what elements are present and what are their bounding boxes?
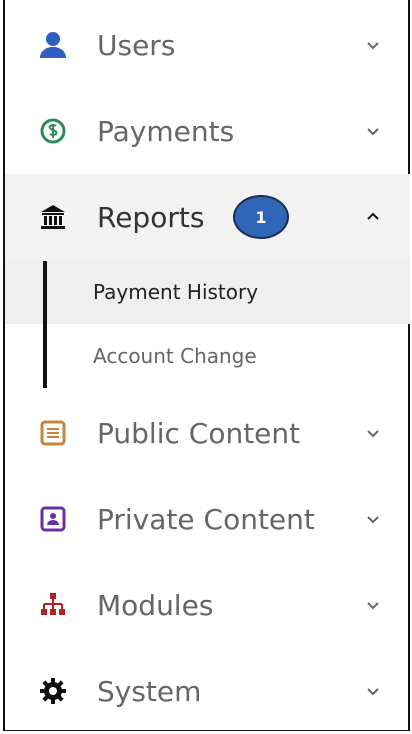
submenu-indicator-bar [43, 261, 47, 388]
sidebar-item-modules[interactable]: Modules [5, 562, 410, 648]
sidebar-item-private-content[interactable]: Private Content [5, 476, 410, 562]
chevron-down-icon[interactable] [363, 423, 383, 443]
chevron-down-icon[interactable] [363, 121, 383, 141]
sidebar-item-label: Modules [97, 588, 214, 622]
document-icon [37, 417, 69, 449]
chevron-down-icon[interactable] [363, 681, 383, 701]
chevron-down-icon[interactable] [363, 509, 383, 529]
submenu-item-label: Account Change [93, 344, 257, 368]
id-card-icon [37, 503, 69, 535]
chevron-up-icon[interactable] [363, 207, 383, 227]
sidebar-item-label: Users [97, 28, 176, 62]
sidebar-item-label: Private Content [97, 502, 315, 536]
bank-icon [37, 201, 69, 233]
sitemap-icon [37, 589, 69, 621]
submenu-item-label: Payment History [93, 280, 259, 304]
sidebar-item-label: Payments [97, 114, 235, 148]
dollar-circle-icon [37, 115, 69, 147]
count-badge: 1 [233, 195, 289, 239]
sidebar-item-label: Reports [97, 200, 205, 234]
sidebar-item-system[interactable]: System [5, 648, 410, 734]
sidebar-item-label: System [97, 674, 202, 708]
sidebar-item-payments[interactable]: Payments [5, 88, 410, 174]
sidebar-item-label: Public Content [97, 416, 301, 450]
chevron-down-icon[interactable] [363, 35, 383, 55]
submenu-item-payment-history[interactable]: Payment History [5, 260, 410, 324]
submenu-item-account-change[interactable]: Account Change [5, 324, 410, 388]
sidebar-item-users[interactable]: Users [5, 2, 410, 88]
sidebar-item-reports[interactable]: Reports 1 [5, 174, 410, 260]
chevron-down-icon[interactable] [363, 595, 383, 615]
sidebar-item-public-content[interactable]: Public Content [5, 390, 410, 476]
gear-icon [37, 675, 69, 707]
user-icon [37, 29, 69, 61]
